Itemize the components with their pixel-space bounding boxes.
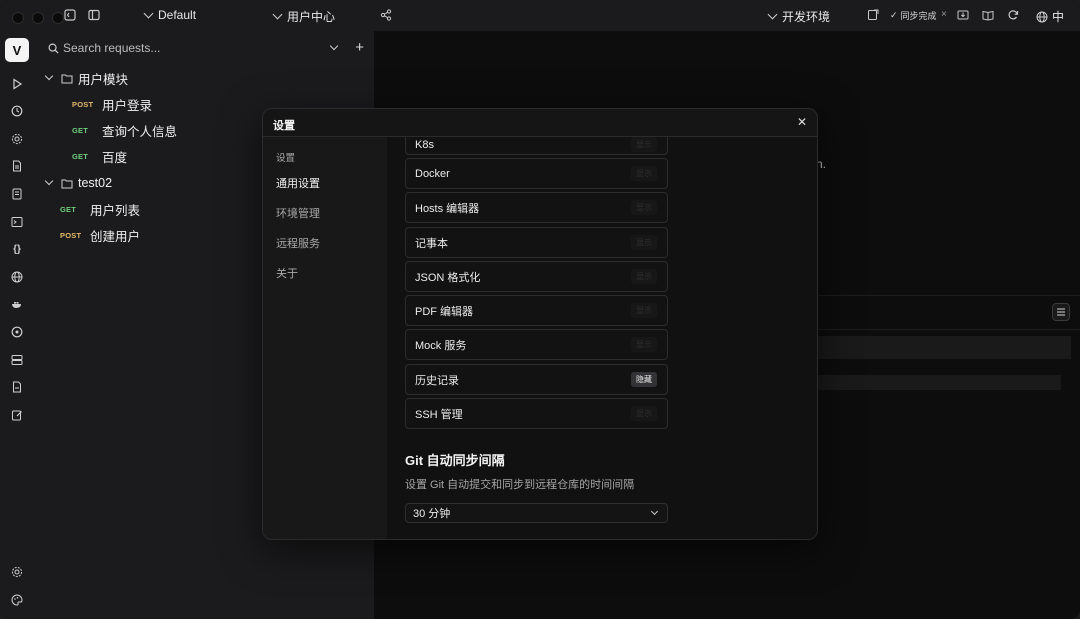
settings-nav-about[interactable]: 关于 [276,265,298,281]
visibility-toggle[interactable]: 显示 [631,337,657,352]
chevron-down-icon [767,9,778,20]
search-bar[interactable]: Search requests... + [48,39,364,57]
chevron-down-icon [44,71,54,81]
language-select[interactable]: 中 [1036,8,1064,25]
visibility-toggle[interactable]: 显示 [631,303,657,318]
docker-icon[interactable] [9,296,25,312]
git-branch-icon[interactable] [866,8,880,22]
settings-content: K8s 显示 Docker 显示 Hosts 编辑器 显示 记事本 显示 JSO… [387,137,817,539]
document-icon[interactable] [9,158,25,174]
tool-row-json[interactable]: JSON 格式化 显示 [405,261,668,292]
chevron-down-icon [44,176,54,186]
chevron-down-icon [272,9,283,20]
visibility-toggle[interactable]: 显示 [631,200,657,215]
modal-header: 设置 ✕ [263,109,817,137]
server-icon[interactable] [9,352,25,368]
download-icon[interactable] [956,8,970,22]
settings-nav: 设置 通用设置 环境管理 远程服务 关于 [263,137,387,539]
folder-icon [61,179,73,188]
background-row [818,336,1071,359]
check-icon: ✓ [890,10,898,20]
palette-icon[interactable] [9,592,25,608]
request-row[interactable]: POST 创建用户 [60,225,140,245]
request-row[interactable]: GET 百度 [72,146,127,166]
settings-nav-general[interactable]: 通用设置 [276,175,320,191]
gear-icon[interactable] [9,564,25,580]
close-window-button[interactable] [12,12,24,24]
visibility-toggle[interactable]: 显示 [631,269,657,284]
visibility-toggle[interactable]: 隐藏 [631,372,657,387]
menu-icon [1057,308,1065,316]
search-input[interactable]: Search requests... [63,41,331,55]
folder-icon [61,74,73,83]
play-icon[interactable] [9,76,25,92]
chevron-down-icon [143,8,154,18]
refresh-icon[interactable] [1006,8,1020,22]
collapse-sidebar-icon[interactable] [63,8,77,22]
add-request-button[interactable]: + [355,39,364,56]
tool-row-docker[interactable]: Docker 显示 [405,158,668,189]
close-icon[interactable]: ✕ [797,115,807,129]
book-icon[interactable] [981,8,995,22]
divider [818,295,1080,296]
globe-icon[interactable] [9,269,25,285]
icon-rail: V {} [0,31,34,619]
terminal-icon[interactable] [9,214,25,230]
settings-nav-environments[interactable]: 环境管理 [276,205,320,221]
menu-button[interactable] [1052,303,1070,321]
environment-select[interactable]: 开发环境 [767,8,830,25]
tool-row-notepad[interactable]: 记事本 显示 [405,227,668,258]
settings-cog-icon[interactable] [9,131,25,147]
settings-nav-heading: 设置 [276,153,296,164]
minimize-window-button[interactable] [32,12,44,24]
notebook-icon[interactable] [9,186,25,202]
share-icon[interactable] [379,8,393,22]
edit-icon[interactable] [9,407,25,423]
folder-row[interactable]: 用户模块 [44,68,128,88]
json-icon[interactable]: {} [9,241,25,257]
request-row[interactable]: POST 用户登录 [72,94,152,114]
git-interval-select[interactable]: 30 分钟 [405,503,668,523]
settings-nav-remote[interactable]: 远程服务 [276,235,320,251]
divider [818,329,1080,330]
tool-row-history[interactable]: 历史记录 隐藏 [405,364,668,395]
modal-title: 设置 [273,120,295,132]
background-row [818,375,1061,390]
settings-modal: 设置 ✕ 设置 通用设置 环境管理 远程服务 关于 K8s 显示 Docker … [262,108,818,540]
tool-row-hosts[interactable]: Hosts 编辑器 显示 [405,192,668,223]
visibility-toggle[interactable]: 显示 [631,406,657,421]
app-window: Default 用户中心 开发环境 ✓ 同步完成 × 中 V {} Search… [0,0,1080,619]
workspace-select[interactable]: Default [143,8,196,22]
request-row[interactable]: GET 用户列表 [60,199,140,219]
file-icon[interactable] [9,379,25,395]
sidebar-toggle-icon[interactable] [87,8,101,22]
kubernetes-icon[interactable] [9,324,25,340]
git-sync-title: Git 自动同步间隔 [405,453,505,468]
tool-row-pdf[interactable]: PDF 编辑器 显示 [405,295,668,326]
tool-row-mock[interactable]: Mock 服务 显示 [405,329,668,360]
app-logo[interactable]: V [5,38,29,62]
chevron-down-icon [650,507,659,515]
project-select[interactable]: 用户中心 [272,8,335,25]
window-controls [12,12,64,24]
dismiss-sync-button[interactable]: × [941,9,947,20]
visibility-toggle[interactable]: 显示 [631,166,657,181]
sync-status: ✓ 同步完成 [890,10,937,21]
globe-icon [1036,11,1048,22]
request-row[interactable]: GET 查询个人信息 [72,120,177,140]
folder-row[interactable]: test02 [44,173,112,193]
history-icon[interactable] [9,103,25,119]
title-bar: Default 用户中心 开发环境 ✓ 同步完成 × 中 [0,0,1080,31]
visibility-toggle[interactable]: 显示 [631,137,657,152]
search-icon [48,43,59,54]
visibility-toggle[interactable]: 显示 [631,235,657,250]
tool-row-k8s[interactable]: K8s 显示 [405,137,668,155]
git-sync-description: 设置 Git 自动提交和同步到远程仓库的时间间隔 [405,479,635,491]
chevron-down-icon[interactable] [329,41,339,51]
tool-row-ssh[interactable]: SSH 管理 显示 [405,398,668,429]
